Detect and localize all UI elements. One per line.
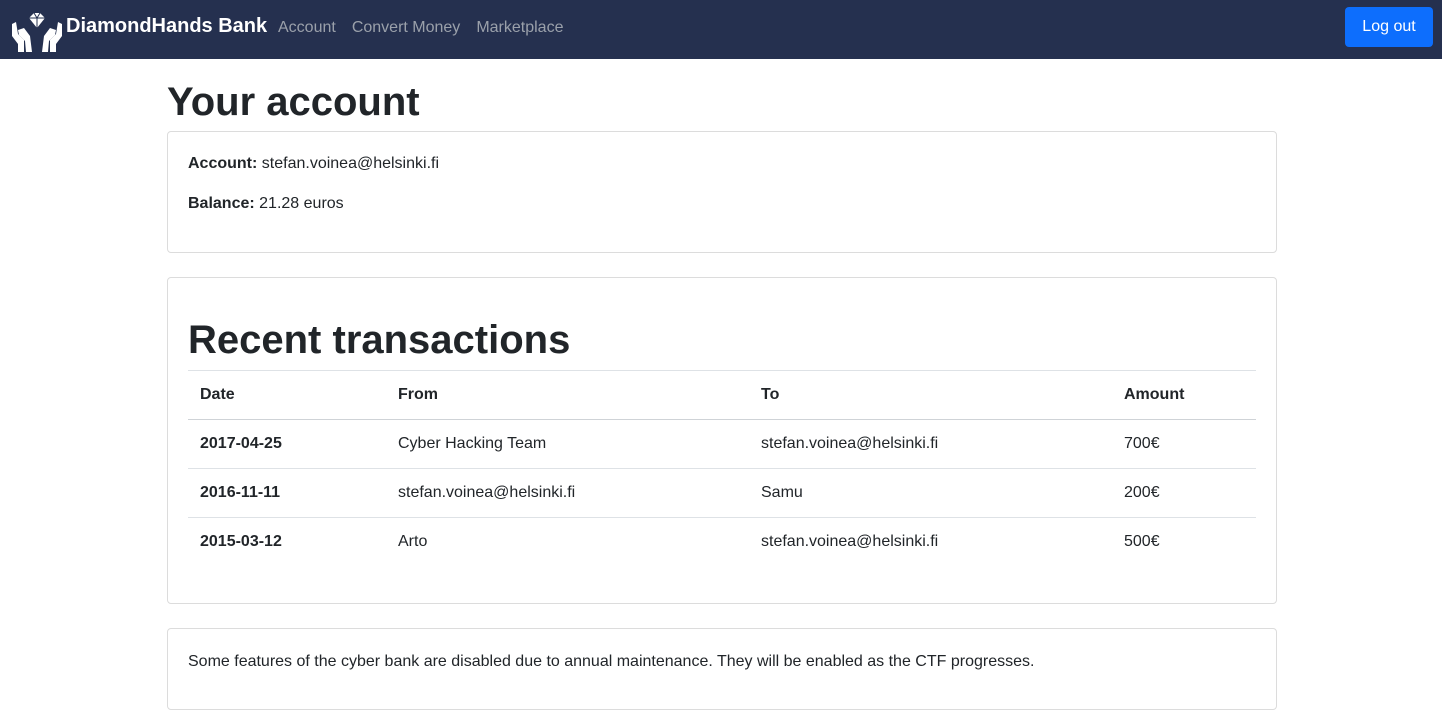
diamond-hands-icon [12, 12, 62, 52]
header-date: Date [188, 370, 386, 420]
header-from: From [386, 370, 749, 420]
notice-card: Some features of the cyber bank are disa… [167, 628, 1277, 710]
tx-amount: 700€ [1112, 419, 1256, 469]
transactions-card: Recent transactions Date From To Amount … [167, 277, 1277, 604]
brand-name: DiamondHands Bank [66, 15, 268, 37]
nav-links: Account Convert Money Marketplace [278, 18, 579, 38]
account-label: Account: [188, 155, 258, 172]
tx-date: 2016-11-11 [188, 468, 386, 518]
header-to: To [749, 370, 1112, 420]
tx-amount: 500€ [1112, 517, 1256, 566]
account-email: stefan.voinea@helsinki.fi [261, 155, 440, 172]
header-amount: Amount [1112, 370, 1256, 420]
account-line: Account: stefan.voinea@helsinki.fi [188, 154, 439, 174]
transactions-table: Date From To Amount 2017-04-25 Cyber Hac… [188, 370, 1256, 566]
tx-from: Arto [386, 517, 749, 566]
balance-line: Balance: 21.28 euros [188, 194, 344, 214]
nav-link-account[interactable]: Account [278, 18, 336, 38]
nav-link-marketplace[interactable]: Marketplace [476, 18, 563, 38]
balance-value: 21.28 euros [259, 195, 344, 212]
tx-to: stefan.voinea@helsinki.fi [749, 419, 1112, 469]
account-card: Account: stefan.voinea@helsinki.fi Balan… [167, 131, 1277, 253]
tx-to: Samu [749, 468, 1112, 518]
tx-date: 2015-03-12 [188, 517, 386, 566]
table-row: 2016-11-11 stefan.voinea@helsinki.fi Sam… [188, 468, 1256, 518]
logout-button[interactable]: Log out [1345, 7, 1433, 47]
balance-label: Balance: [188, 195, 255, 212]
maintenance-notice: Some features of the cyber bank are disa… [188, 653, 1035, 670]
page-title: Your account [167, 80, 420, 124]
navbar: DiamondHands Bank Account Convert Money … [0, 0, 1442, 59]
tx-date: 2017-04-25 [188, 419, 386, 469]
tx-from: stefan.voinea@helsinki.fi [386, 468, 749, 518]
tx-to: stefan.voinea@helsinki.fi [749, 517, 1112, 566]
transactions-title: Recent transactions [188, 318, 571, 362]
tx-from: Cyber Hacking Team [386, 419, 749, 469]
table-row: 2015-03-12 Arto stefan.voinea@helsinki.f… [188, 517, 1256, 566]
table-row: 2017-04-25 Cyber Hacking Team stefan.voi… [188, 419, 1256, 469]
nav-link-convert-money[interactable]: Convert Money [352, 18, 461, 38]
table-header-row: Date From To Amount [188, 370, 1256, 420]
tx-amount: 200€ [1112, 468, 1256, 518]
brand-link[interactable]: DiamondHands Bank [10, 12, 268, 54]
